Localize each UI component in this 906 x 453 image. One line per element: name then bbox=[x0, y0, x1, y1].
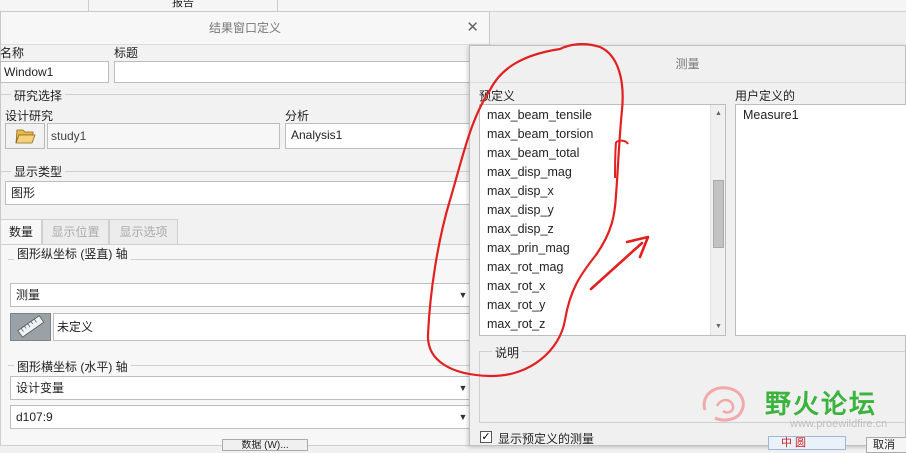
flame-logo-icon bbox=[702, 386, 745, 422]
watermark-text: 野火论坛 bbox=[765, 390, 878, 420]
watermark-badge-label: 中 圆 bbox=[781, 437, 807, 449]
red-circle-annotation bbox=[426, 43, 624, 378]
red-annotation-layer bbox=[426, 43, 650, 378]
watermark-url: www.proewildfire.cn bbox=[790, 418, 888, 430]
red-arrow-icon bbox=[589, 235, 650, 291]
watermark-badge: 中 圆 bbox=[768, 436, 846, 450]
